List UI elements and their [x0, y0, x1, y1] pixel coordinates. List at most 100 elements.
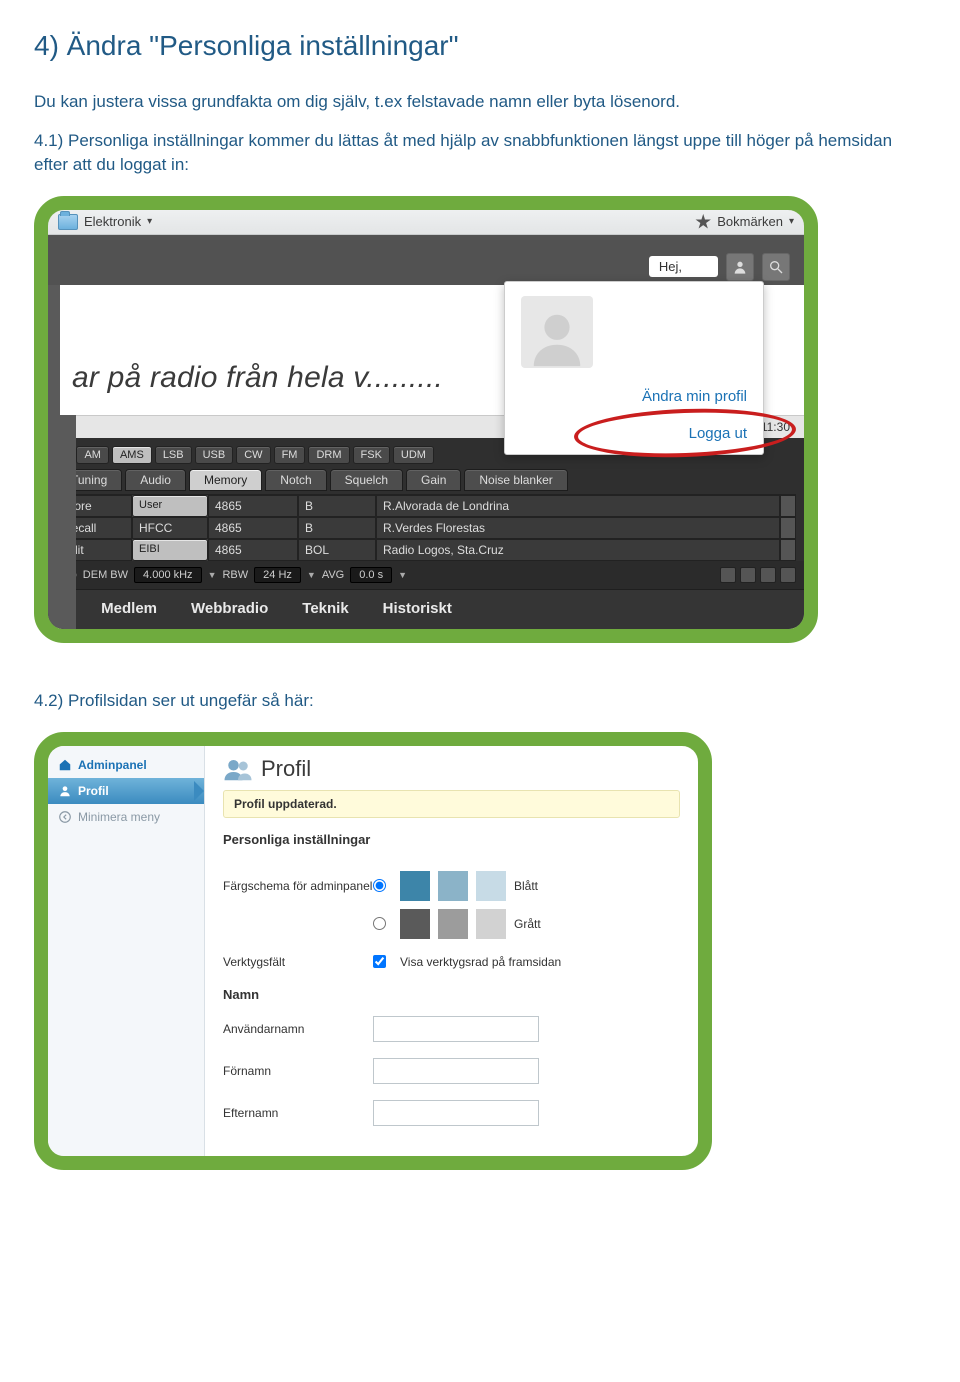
- profile-header-text: Profil: [261, 756, 311, 782]
- expand-icon[interactable]: [780, 567, 796, 583]
- mode-lsb[interactable]: LSB: [155, 446, 192, 464]
- sidebar-item-adminpanel[interactable]: Adminpanel: [48, 752, 204, 778]
- step-4-1: 4.1) Personliga inställningar kommer du …: [34, 129, 926, 178]
- freq-cell: 4865: [208, 517, 298, 539]
- star-icon: [695, 214, 711, 230]
- chevron-down-icon[interactable]: ▼: [398, 570, 407, 580]
- save-icon[interactable]: [740, 567, 756, 583]
- lastname-label: Efternamn: [223, 1106, 373, 1120]
- freq-cell: 4865: [208, 495, 298, 517]
- mode-fsk[interactable]: FSK: [353, 446, 390, 464]
- dembw-value[interactable]: 4.000 kHz: [134, 567, 202, 583]
- sidebar-item-minimize[interactable]: Minimera meny: [48, 804, 204, 830]
- chevron-down-icon[interactable]: ▼: [208, 570, 217, 580]
- toolbar-check-label: Visa verktygsrad på framsidan: [400, 955, 561, 969]
- toolbar-row: Verktygsfält Visa verktygsrad på framsid…: [223, 947, 680, 977]
- tab-squelch[interactable]: Squelch: [330, 469, 403, 491]
- page-title: 4) Ändra "Personliga inställningar": [34, 30, 926, 62]
- nav-webbradio[interactable]: Webbradio: [191, 600, 268, 617]
- site-nav: g Medlem Webbradio Teknik Historiskt: [48, 589, 804, 629]
- admin-sidebar: Adminpanel Profil Minimera meny: [48, 746, 205, 1156]
- tab-audio[interactable]: Audio: [125, 469, 186, 491]
- tab-gain[interactable]: Gain: [406, 469, 461, 491]
- chevron-down-icon[interactable]: ▼: [307, 570, 316, 580]
- search-icon[interactable]: [762, 253, 790, 281]
- collapse-icon: [58, 810, 72, 824]
- mode-usb[interactable]: USB: [195, 446, 234, 464]
- username-label: Användarnamn: [223, 1022, 373, 1036]
- mode-ams[interactable]: AMS: [112, 446, 152, 464]
- settings-icon[interactable]: [760, 567, 776, 583]
- chevron-down-icon: ▾: [789, 216, 794, 227]
- screenshot-2-frame: Adminpanel Profil Minimera meny Prof: [34, 732, 712, 1170]
- site-header-bar: [48, 235, 804, 247]
- sidebar-item-label: Adminpanel: [78, 758, 147, 772]
- mode-udm[interactable]: UDM: [393, 446, 434, 464]
- color-radio-blue[interactable]: [373, 879, 386, 892]
- color-name-blue: Blått: [514, 879, 558, 893]
- eibi-button[interactable]: EIBI: [132, 539, 208, 561]
- band-cell: BOL: [298, 539, 376, 561]
- avg-value[interactable]: 0.0 s: [350, 567, 392, 583]
- bookmark-folder[interactable]: Elektronik ▾: [58, 214, 152, 230]
- scroll-up[interactable]: [780, 495, 796, 517]
- color-scheme-row-gray: Grått: [223, 909, 680, 947]
- mode-fm[interactable]: FM: [274, 446, 306, 464]
- scroll-track[interactable]: [780, 517, 796, 539]
- section-title: Personliga inställningar: [223, 832, 680, 847]
- memory-table: Store User 4865 B R.Alvorada de Londrina…: [56, 494, 796, 561]
- username-input[interactable]: [373, 1016, 539, 1042]
- firstname-input[interactable]: [373, 1058, 539, 1084]
- nav-teknik[interactable]: Teknik: [302, 600, 348, 617]
- radio-control-panel: uV AM AMS LSB USB CW FM DRM FSK UDM Tuni…: [48, 438, 804, 629]
- firstname-row: Förnamn: [223, 1050, 680, 1092]
- toolbar-label: Verktygsfält: [223, 955, 373, 969]
- lastname-row: Efternamn: [223, 1092, 680, 1134]
- mode-am[interactable]: AM: [76, 446, 109, 464]
- update-banner: Profil uppdaterad.: [223, 790, 680, 818]
- swatch-gray-1: [400, 909, 430, 939]
- swatch-blue-2: [438, 871, 468, 901]
- toolbar-checkbox[interactable]: [373, 955, 386, 968]
- hfcc-button[interactable]: HFCC: [132, 517, 208, 539]
- color-scheme-label: Färgschema för adminpanel: [223, 879, 373, 893]
- lastname-input[interactable]: [373, 1100, 539, 1126]
- avg-label: AVG: [322, 569, 344, 581]
- intro-paragraph: Du kan justera vissa grundfakta om dig s…: [34, 90, 926, 115]
- station-cell: Radio Logos, Sta.Cruz: [376, 539, 780, 561]
- nav-historiskt[interactable]: Historiskt: [383, 600, 452, 617]
- swatch-gray-3: [476, 909, 506, 939]
- rbw-value[interactable]: 24 Hz: [254, 567, 301, 583]
- color-radio-gray[interactable]: [373, 917, 386, 930]
- color-name-gray: Grått: [514, 917, 558, 931]
- nav-medlem[interactable]: Medlem: [101, 600, 157, 617]
- sidebar-item-profil[interactable]: Profil: [48, 778, 204, 804]
- folder-icon: [58, 214, 78, 230]
- bookmarks-label: Bokmärken: [717, 214, 783, 229]
- tab-notch[interactable]: Notch: [265, 469, 326, 491]
- browser-bookmark-bar: Elektronik ▾ Bokmärken ▾: [48, 210, 804, 235]
- freq-cell: 4865: [208, 539, 298, 561]
- user-icon[interactable]: [726, 253, 754, 281]
- mode-cw[interactable]: CW: [236, 446, 270, 464]
- screenshot-1-frame: Elektronik ▾ Bokmärken ▾ Hej,: [34, 196, 818, 643]
- lock-icon[interactable]: [720, 567, 736, 583]
- greeting-pill[interactable]: Hej,: [649, 256, 718, 277]
- tab-noise-blanker[interactable]: Noise blanker: [464, 469, 567, 491]
- bottom-controls: udio DEM BW 4.000 kHz ▼ RBW 24 Hz ▼ AVG …: [48, 561, 804, 589]
- swatch-gray-2: [438, 909, 468, 939]
- user-icon: [58, 784, 72, 798]
- hej-row: Hej,: [48, 247, 804, 285]
- user-button[interactable]: User: [132, 495, 208, 517]
- rbw-label: RBW: [222, 569, 248, 581]
- step-4-2: 4.2) Profilsidan ser ut ungefär så här:: [34, 689, 926, 714]
- profile-main: Profil Profil uppdaterad. Personliga ins…: [205, 746, 698, 1156]
- scroll-down[interactable]: [780, 539, 796, 561]
- bookmarks-button[interactable]: Bokmärken ▾: [695, 214, 794, 230]
- tab-memory[interactable]: Memory: [189, 469, 262, 491]
- mode-drm[interactable]: DRM: [308, 446, 349, 464]
- username-row: Användarnamn: [223, 1008, 680, 1050]
- name-section-title: Namn: [223, 987, 680, 1002]
- edit-profile-link[interactable]: Ändra min profil: [521, 388, 747, 405]
- avatar: [521, 296, 593, 368]
